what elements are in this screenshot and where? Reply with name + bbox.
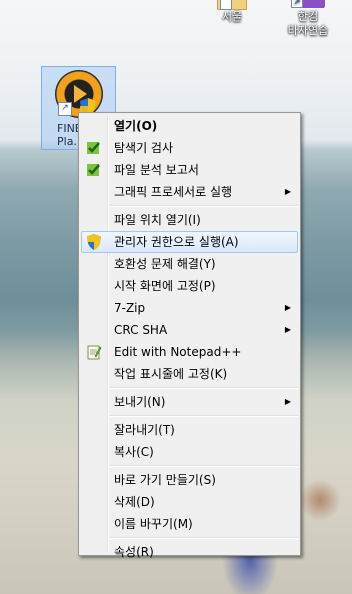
menu-item-7zip[interactable]: 7-Zip ▶ bbox=[81, 297, 298, 319]
menu-item-explorer-scan[interactable]: 탐색기 검사 bbox=[81, 137, 298, 159]
shortcut-arrow-icon: ↗ bbox=[58, 102, 72, 116]
menu-item-pin-to-taskbar[interactable]: 작업 표시줄에 고정(K) bbox=[81, 363, 298, 385]
menu-item-run-as-admin[interactable]: 관리자 권한으로 실행(A) bbox=[81, 231, 298, 253]
typing-app-icon: ↗ bbox=[291, 0, 325, 10]
notepad-icon bbox=[87, 345, 102, 360]
menu-item-delete[interactable]: 삭제(D) bbox=[81, 491, 298, 513]
menu-item-create-shortcut[interactable]: 바로 가기 만들기(S) bbox=[81, 469, 298, 491]
menu-separator bbox=[110, 537, 298, 539]
menu-item-edit-notepadpp[interactable]: Edit with Notepad++ bbox=[81, 341, 298, 363]
shield-icon bbox=[87, 234, 101, 250]
desktop-icon-seoul[interactable]: 서울 bbox=[207, 0, 257, 24]
menu-item-properties[interactable]: 속성(R) bbox=[81, 541, 298, 563]
menu-separator bbox=[110, 387, 298, 389]
scan-icon bbox=[87, 164, 100, 176]
menu-item-run-with-gpu[interactable]: 그래픽 프로세서로 실행 ▶ bbox=[81, 181, 298, 203]
submenu-arrow-icon: ▶ bbox=[284, 187, 291, 196]
menu-item-send-to[interactable]: 보내기(N) ▶ bbox=[81, 391, 298, 413]
desktop-icon-label: 한컴 타자연습 bbox=[287, 10, 329, 37]
submenu-arrow-icon: ▶ bbox=[284, 303, 291, 312]
menu-item-troubleshoot-compat[interactable]: 호환성 문제 해결(Y) bbox=[81, 253, 298, 275]
menu-item-copy[interactable]: 복사(C) bbox=[81, 441, 298, 463]
menu-separator bbox=[110, 465, 298, 467]
context-menu: 열기(O) 탐색기 검사 파일 분석 보고서 그래픽 프로세서로 실행 ▶ 파일… bbox=[78, 112, 301, 559]
menu-item-open-file-location[interactable]: 파일 위치 열기(I) bbox=[81, 209, 298, 231]
desktop-icon-typing[interactable]: ↗ 한컴 타자연습 bbox=[277, 0, 339, 38]
menu-item-cut[interactable]: 잘라내기(T) bbox=[81, 419, 298, 441]
scan-icon bbox=[87, 142, 100, 154]
menu-separator bbox=[110, 205, 298, 207]
folder-icon bbox=[217, 0, 247, 10]
submenu-arrow-icon: ▶ bbox=[284, 397, 291, 406]
menu-item-file-report[interactable]: 파일 분석 보고서 bbox=[81, 159, 298, 181]
menu-separator bbox=[110, 415, 298, 417]
menu-item-pin-to-start[interactable]: 시작 화면에 고정(P) bbox=[81, 275, 298, 297]
menu-item-rename[interactable]: 이름 바꾸기(M) bbox=[81, 513, 298, 535]
menu-item-open[interactable]: 열기(O) bbox=[81, 115, 298, 137]
menu-item-crc-sha[interactable]: CRC SHA ▶ bbox=[81, 319, 298, 341]
submenu-arrow-icon: ▶ bbox=[284, 325, 291, 334]
desktop-icon-label: 서울 bbox=[221, 10, 243, 23]
